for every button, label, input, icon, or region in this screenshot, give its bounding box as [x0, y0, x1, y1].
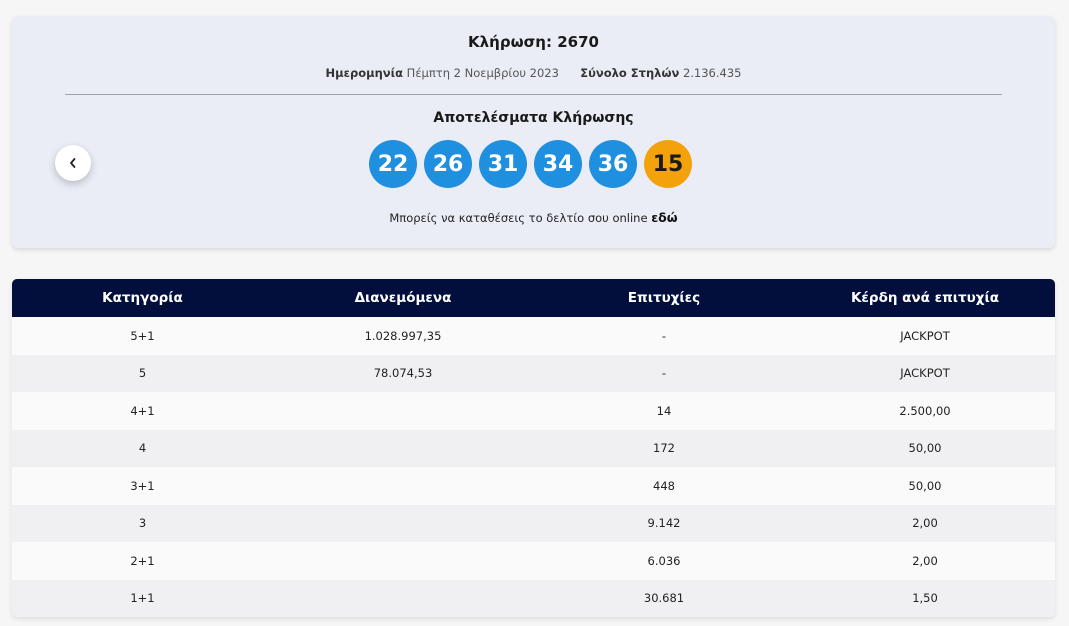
draw-card: Κλήρωση: 2670 Ημερομηνία Πέμπτη 2 Νοεμβρ… [12, 16, 1055, 248]
cell-winners: - [661, 328, 667, 343]
cell-prize: 50,00 [908, 478, 942, 493]
table-row: 4+1 14 2.500,00 [12, 392, 1055, 430]
bonus-ball: 15 [644, 140, 692, 188]
table-row: 4 172 50,00 [12, 429, 1055, 468]
table-row: 3+1 448 50,00 [12, 467, 1055, 505]
cell-category: 4 [138, 441, 147, 456]
cell-distributed [273, 505, 533, 543]
number-ball: 31 [479, 140, 527, 188]
total-columns-label: Σύνολο Στηλών [580, 66, 680, 80]
table-row: 2+1 6.036 2,00 [12, 542, 1055, 580]
cell-category: 3+1 [130, 478, 155, 493]
cell-winners: 30.681 [643, 591, 685, 606]
cell-winners: 9.142 [647, 516, 681, 531]
online-note-text: Μπορείς να καταθέσεις το δελτίο σου onli… [389, 211, 648, 225]
number-ball: 22 [369, 140, 417, 188]
chevron-left-icon [70, 158, 76, 168]
header-category: Κατηγορία [102, 290, 183, 306]
online-note: Μπορείς να καταθέσεις το δελτίο σου onli… [12, 210, 1055, 225]
cell-category: 4+1 [130, 403, 155, 418]
winning-numbers: 22 26 31 34 36 15 [369, 140, 692, 188]
prizes-table: Κατηγορία Διανεμόμενα Επιτυχίες Κέρδη αν… [12, 279, 1055, 617]
cell-category: 5 [138, 366, 147, 381]
results-title: Αποτελέσματα Κλήρωσης [433, 110, 634, 126]
cell-winners: 448 [653, 478, 675, 493]
table-row: 3 9.142 2,00 [12, 504, 1055, 543]
cell-distributed: 78.074,53 [373, 366, 433, 381]
date-label: Ημερομηνία [325, 66, 404, 80]
cell-prize: 1,50 [912, 591, 938, 606]
cell-distributed: 1.028.997,35 [364, 328, 442, 343]
cell-prize: JACKPOT [900, 328, 950, 343]
cell-prize: 2.500,00 [899, 403, 951, 418]
cell-winners: - [661, 366, 667, 381]
cell-prize: 2,00 [912, 516, 938, 531]
cell-distributed [273, 580, 533, 618]
total-columns-value: 2.136.435 [682, 66, 742, 80]
date-value: Πέμπτη 2 Νοεμβρίου 2023 [406, 66, 559, 80]
cell-prize: JACKPOT [900, 366, 950, 381]
cell-category: 3 [138, 516, 147, 531]
number-ball: 34 [534, 140, 582, 188]
cell-distributed [273, 430, 533, 468]
cell-category: 1+1 [130, 591, 155, 606]
cell-prize: 50,00 [908, 441, 942, 456]
draw-title: Κλήρωση: 2670 [468, 33, 599, 51]
header-distributed: Διανεμόμενα [354, 290, 452, 306]
cell-winners: 14 [656, 403, 672, 418]
cell-distributed [273, 392, 533, 430]
table-row: 1+1 30.681 1,50 [12, 579, 1055, 618]
header-winners: Επιτυχίες [627, 290, 701, 306]
online-link[interactable]: εδώ [651, 210, 677, 225]
number-ball: 26 [424, 140, 472, 188]
number-ball: 36 [589, 140, 637, 188]
cell-winners: 172 [653, 441, 675, 456]
divider [65, 94, 1002, 95]
cell-distributed [273, 467, 533, 505]
previous-draw-button[interactable] [55, 145, 91, 181]
table-row: 5 78.074,53 - JACKPOT [12, 354, 1055, 392]
table-header-row: Κατηγορία Διανεμόμενα Επιτυχίες Κέρδη αν… [12, 279, 1055, 317]
header-prize-per-winner: Κέρδη ανά επιτυχία [850, 290, 1000, 306]
cell-category: 2+1 [130, 553, 155, 568]
cell-category: 5+1 [130, 328, 155, 343]
table-row: 5+1 1.028.997,35 - JACKPOT [12, 317, 1055, 355]
cell-prize: 2,00 [912, 553, 938, 568]
cell-winners: 6.036 [647, 553, 681, 568]
cell-distributed [273, 542, 533, 580]
draw-meta: Ημερομηνία Πέμπτη 2 Νοεμβρίου 2023 Σύνολ… [12, 66, 1055, 80]
